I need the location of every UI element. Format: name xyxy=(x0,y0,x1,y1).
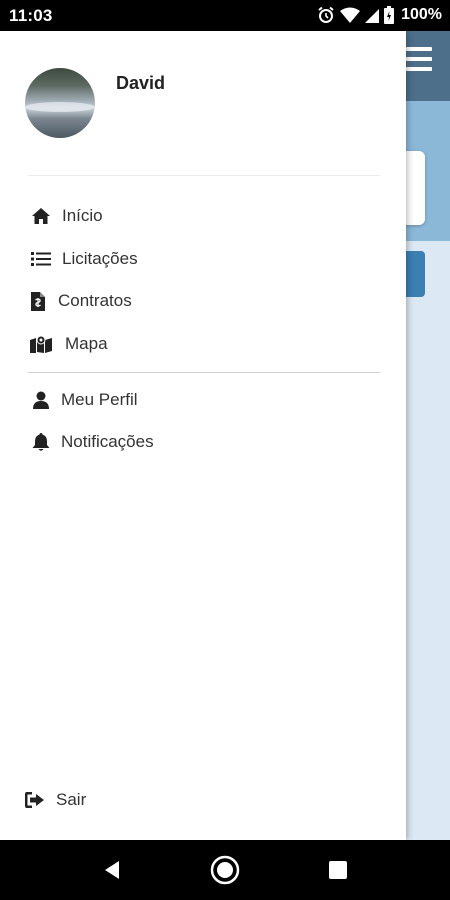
menu-item-contratos[interactable]: Contratos xyxy=(30,286,132,316)
status-time: 11:03 xyxy=(9,6,53,25)
menu-item-licitacoes[interactable]: Licitações xyxy=(30,244,138,274)
recents-icon[interactable] xyxy=(322,854,354,886)
menu-label: Sair xyxy=(56,790,87,809)
user-name: David xyxy=(116,73,166,93)
navigation-bar xyxy=(0,840,450,900)
battery-icon xyxy=(384,6,395,24)
menu-label: Mapa xyxy=(65,334,108,353)
bell-icon xyxy=(30,431,52,453)
menu-item-sair[interactable]: Sair xyxy=(24,785,86,815)
battery-percent: 100% xyxy=(401,6,442,23)
user-icon xyxy=(30,389,52,411)
status-icons: 100% xyxy=(317,5,442,25)
avatar[interactable] xyxy=(25,68,95,138)
navigation-drawer: David Início Licitações Contratos Mapa M… xyxy=(0,31,406,840)
signal-icon xyxy=(365,9,380,23)
status-bar: 11:03 100% xyxy=(0,0,450,31)
menu-label: Notificações xyxy=(61,432,154,451)
home-circle-icon[interactable] xyxy=(209,854,241,886)
list-icon xyxy=(30,248,52,270)
file-contract-icon xyxy=(30,290,46,312)
menu-item-meu-perfil[interactable]: Meu Perfil xyxy=(30,385,138,415)
menu-item-notificacoes[interactable]: Notificações xyxy=(30,427,154,457)
menu-label: Início xyxy=(62,206,103,225)
menu-item-inicio[interactable]: Início xyxy=(30,201,103,231)
drawer-header: David xyxy=(0,31,406,176)
wifi-icon xyxy=(340,7,361,23)
home-icon xyxy=(30,205,52,227)
map-icon xyxy=(30,333,52,355)
alarm-icon xyxy=(318,6,334,23)
section-divider xyxy=(28,372,380,373)
menu-item-mapa[interactable]: Mapa xyxy=(30,329,108,359)
menu-label: Licitações xyxy=(62,249,138,268)
menu-label: Meu Perfil xyxy=(61,390,138,409)
back-icon[interactable] xyxy=(96,854,128,886)
hamburger-menu-icon[interactable] xyxy=(406,47,432,71)
menu-label: Contratos xyxy=(58,291,132,310)
sign-out-icon xyxy=(24,789,46,811)
header-divider xyxy=(28,175,380,176)
